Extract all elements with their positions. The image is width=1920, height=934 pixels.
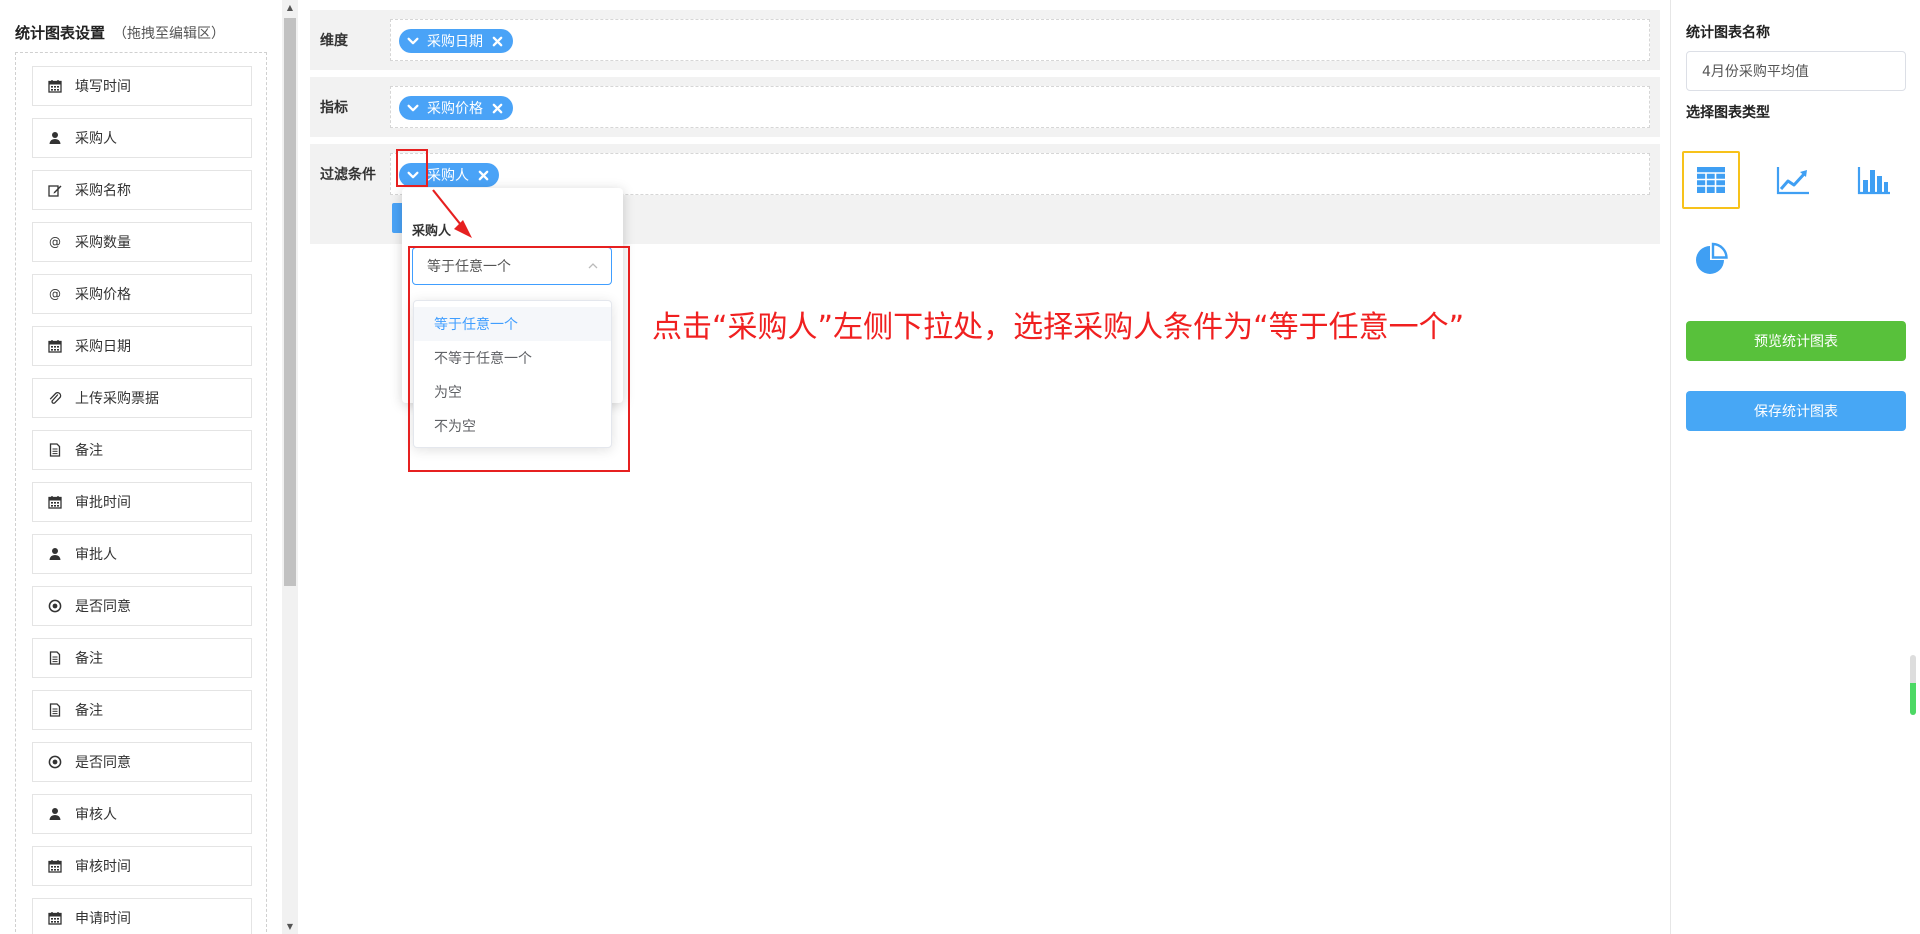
svg-text:@: @	[49, 287, 61, 301]
document-icon	[47, 442, 63, 458]
field-item[interactable]: 备注	[32, 690, 252, 730]
metric-drop-area[interactable]: 采购价格	[390, 86, 1650, 128]
panel-title-text: 统计图表设置	[15, 24, 106, 42]
app-root: 统计图表设置 （拖拽至编辑区） 填写时间 采购人 采购名称 @ 采购数量 @ 采购价格 采购日期…	[0, 0, 1920, 934]
chart-settings-panel: 统计图表名称 选择图表类型 预览统计图表 保存统计图表	[1671, 0, 1920, 934]
scroll-thumb[interactable]	[284, 18, 296, 586]
remove-icon[interactable]	[491, 102, 503, 114]
chart-name-label: 统计图表名称	[1686, 25, 1770, 41]
left-scrollbar[interactable]: ▲ ▼	[282, 0, 298, 934]
field-item-label: 采购名称	[75, 183, 131, 199]
field-item[interactable]: 审核人	[32, 794, 252, 834]
field-settings-panel: 统计图表设置 （拖拽至编辑区） 填写时间采购人采购名称 @ 采购数量 @ 采购价格采购日期…	[0, 0, 282, 934]
calendar-icon	[47, 858, 63, 874]
field-item-label: 是否同意	[75, 599, 131, 615]
field-item[interactable]: 是否同意	[32, 586, 252, 626]
field-item[interactable]: 采购名称	[32, 170, 252, 210]
field-item[interactable]: 填写时间	[32, 66, 252, 106]
document-icon	[47, 650, 63, 666]
chart-type-label: 选择图表类型	[1686, 105, 1770, 121]
field-item-label: 填写时间	[75, 79, 131, 95]
calendar-icon	[47, 494, 63, 510]
metric-chip[interactable]: 采购价格	[399, 96, 513, 120]
annotation-highlight-dropdown	[408, 246, 630, 472]
field-item-label: 审批人	[75, 547, 117, 563]
field-item-label: 申请时间	[75, 911, 131, 927]
field-item-label: 审核人	[75, 807, 117, 823]
metric-chip-label: 采购价格	[427, 101, 483, 117]
page-scroll-indicator[interactable]	[1910, 655, 1916, 715]
metric-row: 指标 采购价格	[310, 77, 1660, 137]
field-item[interactable]: 采购日期	[32, 326, 252, 366]
calendar-icon	[47, 338, 63, 354]
panel-title: 统计图表设置 （拖拽至编辑区）	[15, 22, 225, 43]
table-chart-icon[interactable]	[1682, 151, 1740, 209]
filter-chip-label: 采购人	[427, 168, 469, 184]
field-item[interactable]: 备注	[32, 638, 252, 678]
field-item[interactable]: 是否同意	[32, 742, 252, 782]
chevron-down-icon[interactable]	[405, 100, 421, 116]
field-item-label: 备注	[75, 703, 103, 719]
annotation-highlight-chevron	[396, 149, 428, 187]
field-item[interactable]: 备注	[32, 430, 252, 470]
radio-icon	[47, 754, 63, 770]
field-item-label: 采购数量	[75, 235, 131, 251]
line-chart-icon[interactable]	[1764, 151, 1822, 209]
dimension-label: 维度	[320, 33, 348, 49]
field-item-label: 采购日期	[75, 339, 131, 355]
scroll-indicator-fill	[1910, 683, 1916, 715]
bar-chart-icon[interactable]	[1845, 151, 1903, 209]
svg-text:@: @	[49, 235, 61, 249]
field-item-label: 采购人	[75, 131, 117, 147]
remove-icon[interactable]	[491, 35, 503, 47]
field-item[interactable]: 申请时间	[32, 898, 252, 934]
at-icon: @	[47, 286, 63, 302]
field-item[interactable]: @ 采购数量	[32, 222, 252, 262]
dimension-chip-label: 采购日期	[427, 34, 483, 50]
field-item-label: 备注	[75, 443, 103, 459]
dimension-row: 维度 采购日期	[310, 10, 1660, 70]
field-item-label: 审核时间	[75, 859, 131, 875]
pie-chart-icon[interactable]	[1682, 231, 1740, 289]
edit-icon	[47, 182, 63, 198]
field-item[interactable]: 审批时间	[32, 482, 252, 522]
field-item[interactable]: 审核时间	[32, 846, 252, 886]
document-icon	[47, 702, 63, 718]
chevron-down-icon[interactable]	[405, 33, 421, 49]
field-item-label: 是否同意	[75, 755, 131, 771]
user-icon	[47, 130, 63, 146]
field-item[interactable]: @ 采购价格	[32, 274, 252, 314]
field-item[interactable]: 审批人	[32, 534, 252, 574]
popover-title: 采购人	[412, 224, 452, 239]
dimension-drop-area[interactable]: 采购日期	[390, 19, 1650, 61]
user-icon	[47, 546, 63, 562]
scroll-down-arrow-icon[interactable]: ▼	[282, 918, 298, 934]
field-item-label: 上传采购票据	[75, 391, 159, 407]
dimension-chip[interactable]: 采购日期	[399, 29, 513, 53]
annotation-text: 点击“采购人”左侧下拉处，选择采购人条件为“等于任意一个”	[652, 310, 1465, 345]
filter-label: 过滤条件	[320, 167, 376, 183]
chart-name-input[interactable]	[1686, 51, 1906, 91]
save-chart-button[interactable]: 保存统计图表	[1686, 391, 1906, 431]
field-item-label: 采购价格	[75, 287, 131, 303]
metric-label: 指标	[320, 100, 348, 116]
field-item-label: 审批时间	[75, 495, 131, 511]
radio-icon	[47, 598, 63, 614]
at-icon: @	[47, 234, 63, 250]
scroll-up-arrow-icon[interactable]: ▲	[282, 0, 298, 16]
preview-chart-button[interactable]: 预览统计图表	[1686, 321, 1906, 361]
remove-icon[interactable]	[477, 169, 489, 181]
panel-title-hint: （拖拽至编辑区）	[113, 26, 226, 42]
field-item-label: 备注	[75, 651, 103, 667]
user-icon	[47, 806, 63, 822]
calendar-icon	[47, 910, 63, 926]
paperclip-icon	[47, 390, 63, 406]
field-list: 填写时间 采购人 采购名称 @ 采购数量 @ 采购价格 采购日期 上传采购票据 备注 审批时间 审批人…	[15, 52, 267, 934]
calendar-icon	[47, 78, 63, 94]
field-item[interactable]: 上传采购票据	[32, 378, 252, 418]
field-item[interactable]: 采购人	[32, 118, 252, 158]
